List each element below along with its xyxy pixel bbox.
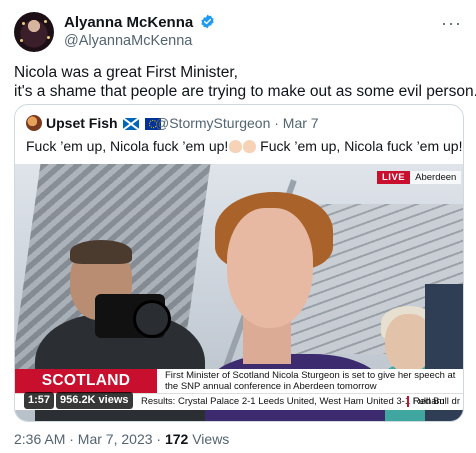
video-player[interactable]: LIVE Aberdeen SCOTLAND FUTURE First Mini… [15,164,463,421]
views-count: 172 [164,431,189,447]
author-avatar[interactable] [14,12,54,52]
chyron-brand: SCOTLAND FUTURE [15,369,157,413]
news-chyron: SCOTLAND FUTURE First Minister of Scotla… [15,369,463,413]
video-speaker-face [227,208,313,328]
quoted-author-name[interactable]: Upset Fish [46,115,162,131]
quoted-tweet-text: Fuck ’em up, Nicola fuck ’em up! Fuck ’e… [26,138,464,154]
quoted-author-avatar[interactable] [26,115,42,131]
clap-emoji-icon [463,140,464,153]
quoted-tweet[interactable]: Upset Fish @StormySturgeon · Mar 7 Fuck … [14,104,464,422]
ticker-text-2: Red Bull dr [413,396,460,407]
tweet-timestamp[interactable]: 2:36 AM · Mar 7, 2023 · [14,431,165,447]
author-handle[interactable]: @AlyannaMcKenna [64,33,192,49]
tweet-text-line-2: it's a shame that people are trying to m… [14,83,476,100]
video-meta: 1:57 956.2K views [24,392,133,409]
ticker-text: Results: Crystal Palace 2-1 Leeds United… [141,396,445,407]
video-photographer-hair [70,240,132,264]
tweet-text: Nicola was a great First Minister, it's … [14,63,476,101]
ticker-separator [407,396,409,407]
quoted-author-handle[interactable]: @StormySturgeon · Mar 7 [155,115,319,131]
quoted-text-part-2: Fuck ’em up, Nicola fuck ’em up! [256,138,463,154]
chyron-story: First Minister of Scotland Nicola Sturge… [165,370,456,392]
video-duration: 1:57 [24,392,55,409]
clap-emoji-icon [243,140,257,153]
tweet-footer: 2:36 AM · Mar 7, 2023 · 172 Views [14,431,229,447]
scotland-flag-icon [123,118,140,130]
clap-emoji-icon [229,140,243,153]
live-label: LIVE [377,170,411,184]
verified-icon [201,14,214,29]
live-location: Aberdeen [410,170,462,184]
author-name-text[interactable]: Alyanna McKenna [64,14,193,31]
video-views: 956.2K views [56,392,133,409]
video-camera-lens [133,300,171,338]
views-label: Views [188,431,230,447]
live-badge: LIVE Aberdeen [377,170,462,184]
more-icon[interactable]: ··· [441,13,462,34]
author-name[interactable]: Alyanna McKenna [64,14,215,31]
quoted-author-name-text[interactable]: Upset Fish [46,115,118,131]
tweet-text-line-1: Nicola was a great First Minister, [14,64,238,81]
quoted-text-part-1: Fuck ’em up, Nicola fuck ’em up! [26,138,229,154]
